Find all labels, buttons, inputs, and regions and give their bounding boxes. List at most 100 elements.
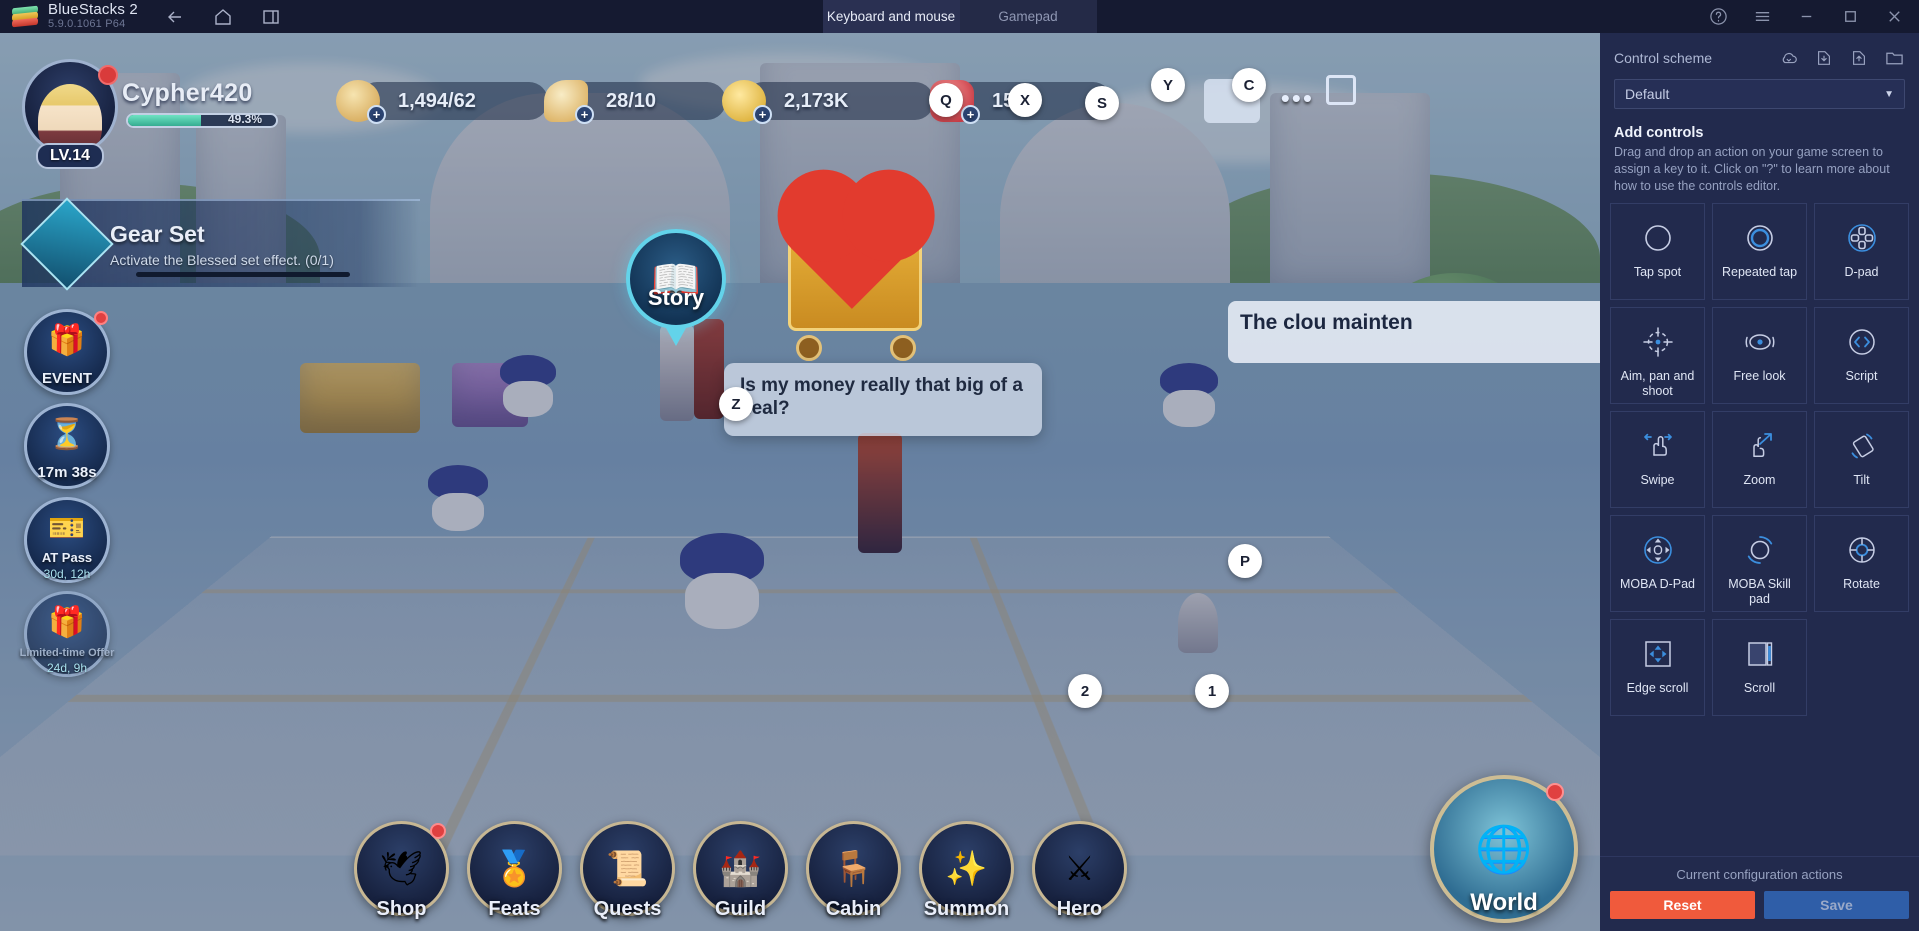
nav-summon-label: Summon [923,898,1010,920]
story-marker-label: Story [647,285,705,310]
control-rotate[interactable]: Rotate [1814,514,1909,612]
horn-icon: + [544,80,594,124]
control-repeated-tap[interactable]: Repeated tap [1712,202,1807,300]
nav-shop-label: Shop [376,898,427,920]
control-scheme-selected-value: Default [1625,86,1670,102]
export-icon[interactable] [1848,47,1870,69]
tab-keyboard-and-mouse[interactable]: Keyboard and mouse [822,0,960,33]
key-marker-z[interactable]: Z [719,387,753,421]
control-scheme-select[interactable]: Default ▼ [1614,79,1905,109]
add-gold-button[interactable]: + [753,105,772,124]
control-moba-skill-pad-label: MOBA Skill pad [1728,576,1791,606]
add-stamina-button[interactable]: + [367,105,386,124]
help-icon[interactable] [1707,6,1729,28]
nav-cabin[interactable]: 🪑 Cabin [797,821,910,925]
add-horn-button[interactable]: + [575,105,594,124]
control-dpad-label: D-pad [1844,264,1879,279]
player-avatar[interactable]: LV.14 [22,59,122,169]
add-controls-title: Add controls [1614,125,1704,141]
close-icon[interactable] [1883,6,1905,28]
control-edge-scroll[interactable]: Edge scroll [1610,618,1705,716]
cloud-sync-icon[interactable] [1778,47,1800,69]
nav-world-label: World [1470,889,1538,916]
stamina-icon: + [336,80,386,124]
moba-skill-pad-icon [1740,530,1780,570]
sidebtn-limited-offer-sub: 24d, 9h [46,661,88,675]
reset-button[interactable]: Reset [1610,891,1755,919]
control-tap-spot-label: Tap spot [1633,264,1682,279]
control-scheme-label: Control scheme [1614,50,1713,66]
gold-icon: + [722,80,772,124]
sidebtn-event[interactable]: 🎁 EVENT [24,309,110,395]
currency-horn[interactable]: + 28/10 [544,80,726,124]
world-notification-badge [1546,783,1564,801]
control-moba-dpad-label: MOBA D-Pad [1619,576,1696,591]
back-icon[interactable] [164,6,186,28]
save-button[interactable]: Save [1764,891,1909,919]
scroll-icon [1740,634,1780,674]
key-marker-c[interactable]: C [1232,68,1266,102]
control-script[interactable]: Script [1814,306,1909,404]
control-swipe-label: Swipe [1640,472,1675,487]
control-aim-pan-shoot[interactable]: Aim, pan and shoot [1610,306,1705,404]
control-dpad[interactable]: D-pad [1814,202,1909,300]
control-tilt[interactable]: Tilt [1814,410,1909,508]
sidebtn-limited-offer[interactable]: 🎁 Limited-time Offer 24d, 9h [20,591,114,677]
chevron-down-icon: ▼ [1884,88,1894,100]
game-hud: LV.14 Cypher420 49.3% + 1,494/62 + 28/10… [0,33,1600,931]
more-options-icon[interactable]: ••• [1281,83,1314,114]
key-marker-p[interactable]: P [1228,544,1262,578]
control-scheme-icons [1778,47,1905,69]
quest-banner[interactable]: Gear Set Activate the Blessed set effect… [20,197,420,291]
import-icon[interactable] [1813,47,1835,69]
add-gem-button[interactable]: + [961,105,980,124]
control-free-look[interactable]: Free look [1712,306,1807,404]
app-title-block: BlueStacks 2 5.9.0.1061 P64 [48,2,138,30]
nav-guild[interactable]: 🏰 Guild [684,821,797,925]
panel-toggle-icon[interactable] [1326,75,1356,105]
control-rotate-label: Rotate [1843,576,1880,591]
folder-icon[interactable] [1883,47,1905,69]
mode-tabs: Keyboard and mouse Gamepad [0,0,1919,33]
key-marker-y[interactable]: Y [1151,68,1185,102]
maximize-icon[interactable] [1839,6,1861,28]
sidebtn-at-pass[interactable]: 🎫 AT Pass 30d, 12h [24,497,110,583]
sidebtn-at-pass-label: AT Pass [41,550,93,565]
control-zoom[interactable]: Zoom [1712,410,1807,508]
tab-gamepad[interactable]: Gamepad [959,0,1097,33]
sidebtn-timer[interactable]: ⏳ 17m 38s [24,403,110,489]
control-moba-skill-pad[interactable]: MOBA Skill pad [1712,514,1807,612]
currency-gold[interactable]: + 2,173K [722,80,934,124]
app-version: 5.9.0.1061 P64 [48,18,126,31]
menu-icon[interactable] [1751,6,1773,28]
key-marker-q[interactable]: Q [929,83,963,117]
nav-hero[interactable]: ⚔ Hero [1023,821,1136,925]
key-marker-s[interactable]: S [1085,86,1119,120]
nav-world[interactable]: 🌐 World [1430,775,1578,923]
control-scroll-label: Scroll [1743,680,1776,695]
aim-pan-shoot-icon [1638,322,1678,362]
rotate-icon [1842,530,1882,570]
nav-quests[interactable]: 📜 Quests [571,821,684,925]
key-marker-1[interactable]: 1 [1195,674,1229,708]
sidebtn-event-label: EVENT [41,370,92,387]
key-marker-x[interactable]: X [1008,83,1042,117]
control-moba-dpad[interactable]: MOBA D-Pad [1610,514,1705,612]
multi-instance-icon[interactable] [260,6,282,28]
minimize-icon[interactable] [1795,6,1817,28]
bottom-navigation: 🕊 Shop 🏅 Feats 📜 Quests 🏰 Guild 🪑 Cabin … [345,815,1305,925]
nav-icon-group [164,6,282,28]
key-marker-2[interactable]: 2 [1068,674,1102,708]
nav-summon[interactable]: ✨ Summon [910,821,1023,925]
avatar-notification-badge [98,65,118,85]
nav-feats[interactable]: 🏅 Feats [458,821,571,925]
control-swipe[interactable]: Swipe [1610,410,1705,508]
story-marker[interactable]: 📖 Story [626,229,726,346]
control-tap-spot[interactable]: Tap spot [1610,202,1705,300]
nav-shop[interactable]: 🕊 Shop [345,821,458,925]
control-scroll[interactable]: Scroll [1712,618,1807,716]
currency-stamina[interactable]: + 1,494/62 [336,80,548,124]
tilt-icon [1842,426,1882,466]
game-view[interactable]: LV.14 Cypher420 49.3% + 1,494/62 + 28/10… [0,33,1600,931]
home-icon[interactable] [212,6,234,28]
